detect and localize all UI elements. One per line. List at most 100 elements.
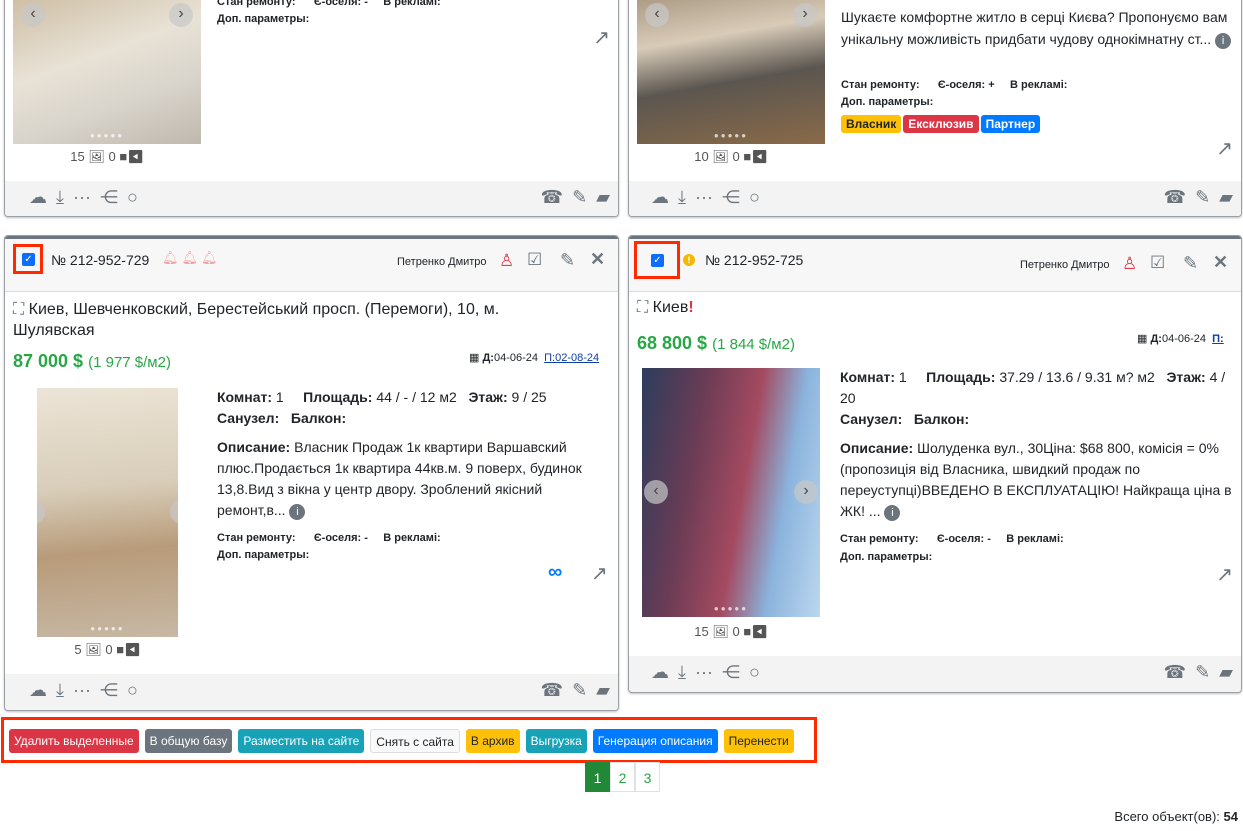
date-updated-link[interactable]: П: (1212, 333, 1224, 345)
external-link-icon[interactable]: ↗ (1216, 562, 1233, 587)
link-icon[interactable]: ∞ (548, 561, 562, 584)
comment-icon[interactable]: ▰ (596, 680, 610, 701)
user-icon[interactable]: ♙ (1122, 254, 1137, 274)
bathroom-label: Санузел: (840, 411, 903, 427)
stan-label: Стан ремонту: (217, 532, 296, 544)
comment-icon[interactable]: ▰ (1219, 662, 1233, 683)
params-row: Стан ремонту: Є-оселя: - В рекламі: (840, 533, 1064, 545)
pencil-icon[interactable]: ✎ (560, 250, 575, 271)
delete-selected-button[interactable]: Удалить выделенные (9, 729, 139, 753)
page-3[interactable]: 3 (635, 762, 660, 792)
close-icon[interactable]: ✕ (1213, 252, 1228, 273)
share-icon[interactable]: ⋲ (100, 187, 118, 208)
phone-icon[interactable]: ☎ (1164, 187, 1186, 208)
refresh-icon[interactable]: ○ (127, 680, 138, 701)
publish-on-site-button[interactable]: Разместить на сайте (238, 729, 365, 753)
photo-prev-button[interactable]: ‹ (21, 3, 45, 27)
photo-next-button[interactable]: › (794, 480, 818, 504)
external-link-icon[interactable]: ↗ (593, 25, 610, 50)
photo-prev-button[interactable]: ‹ (645, 3, 669, 27)
calendar-check-icon[interactable]: ☑ (1150, 253, 1165, 273)
share-icon[interactable]: ⋲ (100, 680, 118, 701)
download-icon[interactable]: ⤓ (56, 187, 64, 208)
date-created: 04-06-24 (1161, 333, 1207, 345)
share-icon[interactable]: ⋲ (722, 662, 740, 683)
agent-name: Петренко Дмитро (397, 256, 487, 268)
cloud-upload-icon[interactable]: ☁ (651, 187, 669, 208)
more-icon[interactable]: ··· (695, 662, 713, 683)
photo-prev-button[interactable]: ‹ (644, 480, 668, 504)
more-icon[interactable]: ··· (73, 187, 91, 208)
edit-note-icon[interactable]: ✎ (1195, 187, 1210, 208)
refresh-icon[interactable]: ○ (749, 662, 760, 683)
close-icon[interactable]: ✕ (590, 249, 605, 270)
price-per-m2: (1 977 $/м2) (88, 354, 171, 371)
floor-label: Этаж: (1166, 369, 1206, 385)
listing-photo[interactable]: ‹ › ●●●●● (13, 0, 201, 144)
page-2[interactable]: 2 (610, 762, 635, 792)
total-value: 54 (1223, 809, 1238, 824)
more-icon[interactable]: ··· (695, 187, 713, 208)
page-1[interactable]: 1 (585, 762, 610, 792)
listing-photo[interactable]: ‹ › ●●●●● (642, 368, 820, 617)
photo-count: 10 (694, 149, 709, 164)
media-counts: 15 🖼 0 ■◀ (13, 149, 201, 165)
video-icon: ■◀ (743, 149, 768, 164)
photo-next-button[interactable]: › (169, 3, 193, 27)
user-icon[interactable]: ♙ (499, 251, 514, 271)
download-icon[interactable]: ⤓ (56, 680, 64, 701)
listing-photo[interactable]: ‹ › ●●●●● (637, 0, 825, 144)
pencil-icon[interactable]: ✎ (1183, 253, 1198, 274)
cloud-upload-icon[interactable]: ☁ (29, 187, 47, 208)
card-footer: ☁ ⤓ ··· ⋲ ○ ☎ ✎ ▰ (5, 181, 618, 216)
share-icon[interactable]: ⋲ (722, 187, 740, 208)
info-icon[interactable]: i (1215, 33, 1232, 49)
cloud-upload-icon[interactable]: ☁ (29, 680, 47, 701)
photo-next-button[interactable]: › (793, 3, 817, 27)
archive-button[interactable]: В архив (465, 729, 520, 753)
cloud-upload-icon[interactable]: ☁ (651, 662, 669, 683)
external-link-icon[interactable]: ↗ (591, 561, 608, 586)
photo-prev-button[interactable]: ‹ (37, 500, 45, 524)
phone-icon[interactable]: ☎ (541, 680, 563, 701)
listing-card: ‹ › ●●●●● 15 🖼 0 ■◀ Стан ремонту: Є-осел… (4, 0, 619, 217)
remove-from-site-button[interactable]: Снять с сайта (370, 729, 460, 753)
phone-icon[interactable]: ☎ (1164, 662, 1186, 683)
calendar-check-icon[interactable]: ☑ (527, 250, 542, 270)
move-button[interactable]: Перенести (723, 729, 794, 753)
card-footer: ☁ ⤓ ··· ⋲ ○ ☎ ✎ ▰ (629, 181, 1241, 216)
date-updated-link[interactable]: П:02-08-24 (544, 352, 599, 364)
export-button[interactable]: Выгрузка (525, 729, 587, 753)
badges: Власник Ексклюзив Партнер (841, 115, 1042, 133)
more-icon[interactable]: ··· (73, 680, 91, 701)
info-icon[interactable]: i (884, 505, 901, 521)
phone-icon[interactable]: ☎ (541, 187, 563, 208)
select-checkbox[interactable]: ✓ (13, 244, 43, 274)
edit-note-icon[interactable]: ✎ (572, 680, 587, 701)
refresh-icon[interactable]: ○ (127, 187, 138, 208)
video-icon: ■◀ (119, 149, 144, 164)
listing-photo[interactable]: ‹ › ●●●●● (37, 388, 178, 637)
external-link-icon[interactable]: ↗ (1216, 136, 1233, 161)
video-icon: ■◀ (116, 642, 141, 657)
photo-next-button[interactable]: › (170, 500, 178, 524)
info-icon[interactable]: i (289, 504, 306, 520)
to-common-base-button[interactable]: В общую базу (144, 729, 233, 753)
pagination: 123 (585, 762, 660, 792)
exclamation-icon: ! (688, 299, 694, 316)
refresh-icon[interactable]: ○ (749, 187, 760, 208)
comment-icon[interactable]: ▰ (596, 187, 610, 208)
area-label: Площадь: (926, 369, 996, 385)
select-checkbox[interactable]: ✓ (634, 241, 680, 279)
edit-note-icon[interactable]: ✎ (1195, 662, 1210, 683)
floor-value: 9 / 25 (511, 389, 547, 405)
edit-note-icon[interactable]: ✎ (572, 187, 587, 208)
dop-params: Доп. параметры: (841, 96, 934, 108)
comment-icon[interactable]: ▰ (1219, 187, 1233, 208)
download-icon[interactable]: ⤓ (678, 662, 686, 683)
download-icon[interactable]: ⤓ (678, 187, 686, 208)
generate-description-button[interactable]: Генерация описания (592, 729, 718, 753)
image-icon: 🖼 (88, 149, 105, 164)
total-count: Всего объект(ов): 54 (1114, 809, 1238, 824)
media-counts: 10 🖼 0 ■◀ (637, 149, 825, 165)
